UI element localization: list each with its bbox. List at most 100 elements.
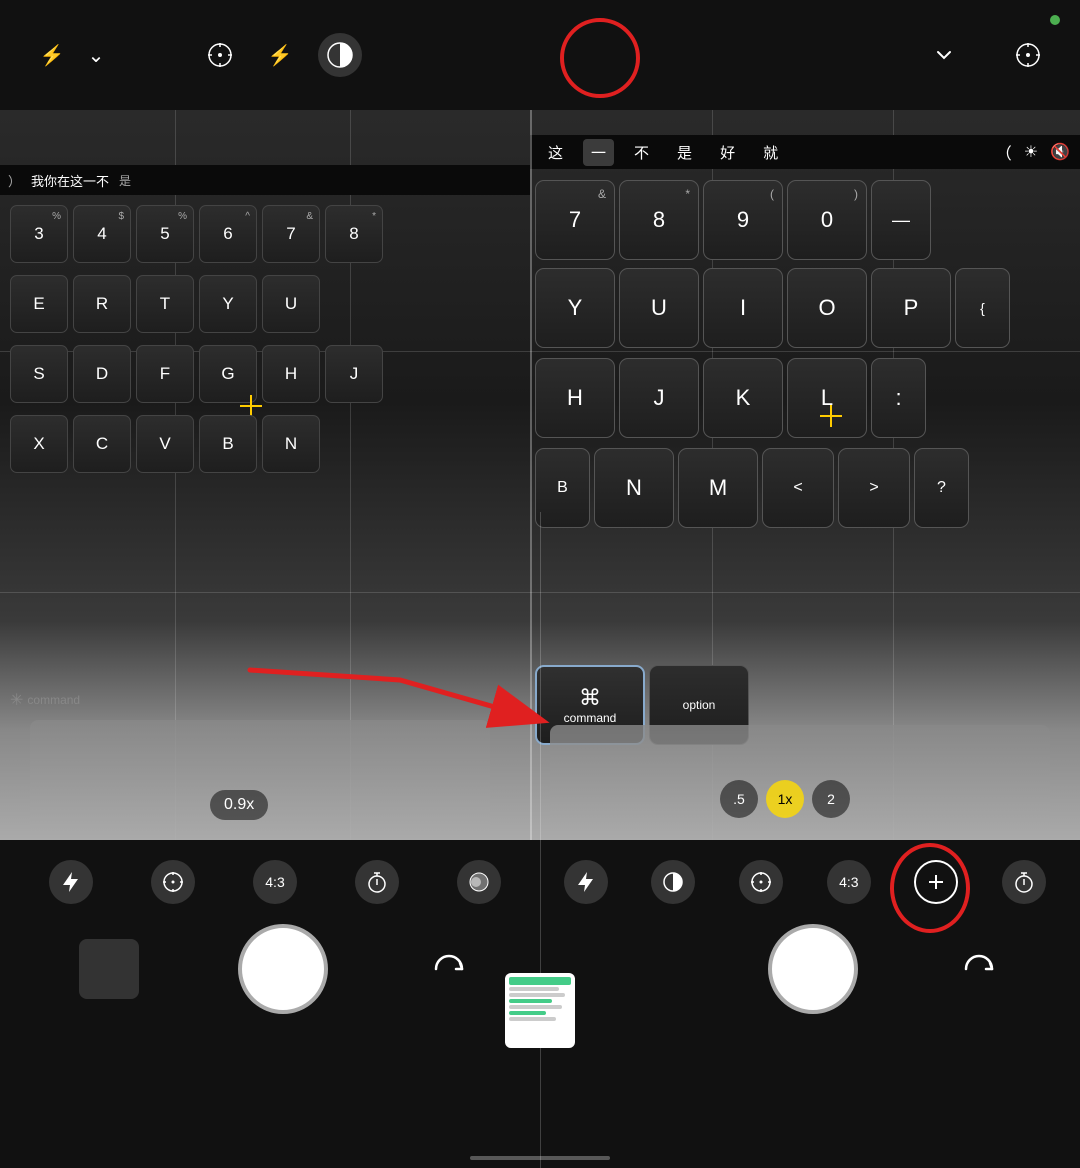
key-e: E	[10, 275, 68, 333]
flash-icon-center[interactable]: ⚡	[258, 33, 302, 77]
rkey-q: ?	[914, 448, 969, 528]
zoom-indicator-left[interactable]: 0.9x	[210, 790, 268, 820]
chevron-down-icon-right[interactable]	[922, 33, 966, 77]
crosshair-right	[820, 405, 842, 432]
rkey-9: (9	[703, 180, 783, 260]
timer-button-left[interactable]	[355, 860, 399, 904]
plus-button-right[interactable]	[914, 860, 958, 904]
rkey-semicolon: :	[871, 358, 926, 438]
rkey-p: P	[871, 268, 951, 348]
key-j: J	[325, 345, 383, 403]
flash-icon-left[interactable]: ⚡	[30, 33, 74, 77]
bottom-panel-divider	[540, 512, 541, 840]
key-v: V	[136, 415, 194, 473]
thumbnail-left[interactable]	[79, 939, 139, 999]
panel-divider	[530, 110, 532, 840]
tone-icon-center[interactable]	[318, 33, 362, 77]
tb-item-4: 是	[669, 139, 700, 166]
key-5: %5	[136, 205, 194, 263]
zoom-controls-right[interactable]: .5 1x 2	[720, 780, 850, 818]
chevron-down-icon-left[interactable]: ⌄	[74, 33, 118, 77]
shutter-button-right[interactable]	[768, 924, 858, 1014]
left-controls: 4:3	[10, 860, 540, 904]
rkey-u: U	[619, 268, 699, 348]
grid-line-h3	[530, 351, 1080, 352]
top-toolbar: ⚡ ⌄ ⚡	[0, 0, 1080, 110]
rkey-h: H	[535, 358, 615, 438]
bottom-toolbar: 4:3	[0, 840, 1080, 1168]
key-8: *8	[325, 205, 383, 263]
left-shutter-area	[10, 924, 540, 1014]
tb-item-5: 好	[712, 139, 743, 166]
key-t: T	[136, 275, 194, 333]
key-c: C	[73, 415, 131, 473]
flash-button-left[interactable]	[49, 860, 93, 904]
key-d: D	[73, 345, 131, 403]
key-u: U	[262, 275, 320, 333]
timer-button-right[interactable]	[1002, 860, 1046, 904]
rkey-0: )0	[787, 180, 867, 260]
document-thumbnail[interactable]	[505, 973, 575, 1048]
ratio-button-right[interactable]: 4:3	[827, 860, 871, 904]
rkey-bracket: {	[955, 268, 1010, 348]
focus-icon-right[interactable]	[1006, 33, 1050, 77]
key-y: Y	[199, 275, 257, 333]
right-touch-bar: 这 一 不 是 好 就 （ ☀ 🔇	[530, 135, 1080, 169]
zoom-1x-button[interactable]: 1x	[766, 780, 804, 818]
filter-button-left[interactable]	[457, 860, 501, 904]
tone-button-right[interactable]	[651, 860, 695, 904]
key-n: N	[262, 415, 320, 473]
right-qwerty-row: Y U I O P {	[535, 268, 1010, 348]
left-zxcv-row: X C V B N	[10, 415, 320, 473]
grid-line-h4	[530, 592, 1080, 593]
shutter-button-left[interactable]	[238, 924, 328, 1014]
left-touch-bar: ） 我你在这一不 是	[0, 165, 530, 195]
key-7: &7	[262, 205, 320, 263]
rkey-n: N	[594, 448, 674, 528]
rkey-gt: >	[838, 448, 910, 528]
rkey-i: I	[703, 268, 783, 348]
focus-icon-center[interactable]	[198, 33, 242, 77]
ratio-button-left[interactable]: 4:3	[253, 860, 297, 904]
rkey-m: M	[678, 448, 758, 528]
right-controls: 4:3	[540, 860, 1070, 904]
rkey-8: *8	[619, 180, 699, 260]
right-zxcv-row: B N M < > ?	[535, 448, 969, 528]
rkey-k: K	[703, 358, 783, 438]
key-3: %3	[10, 205, 68, 263]
right-asdf-row: H J K L :	[535, 358, 926, 438]
right-number-row: &7 *8 (9 )0 —	[535, 180, 931, 260]
left-number-row: %3 $4 %5 ^6 &7 *8	[10, 205, 383, 263]
tb-item-1: 这	[540, 139, 571, 166]
home-indicator	[470, 1156, 610, 1160]
rkey-o: O	[787, 268, 867, 348]
key-h: H	[262, 345, 320, 403]
left-camera-panel: ） 我你在这一不 是 %3 $4 %5 ^6 &7 *8 E R T Y U S…	[0, 110, 530, 840]
key-4: $4	[73, 205, 131, 263]
key-b: B	[199, 415, 257, 473]
zoom-05-button[interactable]: .5	[720, 780, 758, 818]
rkey-7: &7	[535, 180, 615, 260]
rkey-lt: <	[762, 448, 834, 528]
key-r: R	[73, 275, 131, 333]
left-asdf-row: S D F G H J	[10, 345, 383, 403]
key-f: F	[136, 345, 194, 403]
focus-button-left[interactable]	[151, 860, 195, 904]
key-x: X	[10, 415, 68, 473]
tb-item-2: 一	[583, 139, 614, 166]
left-trackpad	[30, 720, 490, 840]
right-shutter-area	[540, 924, 1070, 1014]
flip-camera-right[interactable]	[957, 947, 1001, 991]
rkey-dash: —	[871, 180, 931, 260]
tb-item-3: 不	[626, 139, 657, 166]
flash-button-right[interactable]	[564, 860, 608, 904]
right-camera-panel: 这 一 不 是 好 就 （ ☀ 🔇 &7 *8 (9 )0 — Y U I O …	[530, 110, 1080, 840]
status-dot	[1050, 15, 1060, 25]
key-6: ^6	[199, 205, 257, 263]
focus-button-right[interactable]	[739, 860, 783, 904]
tb-item-6: 就	[755, 139, 786, 166]
left-qwerty-row: E R T Y U	[10, 275, 320, 333]
rkey-3: B	[535, 448, 590, 528]
zoom-2-button[interactable]: 2	[812, 780, 850, 818]
flip-camera-left[interactable]	[427, 947, 471, 991]
